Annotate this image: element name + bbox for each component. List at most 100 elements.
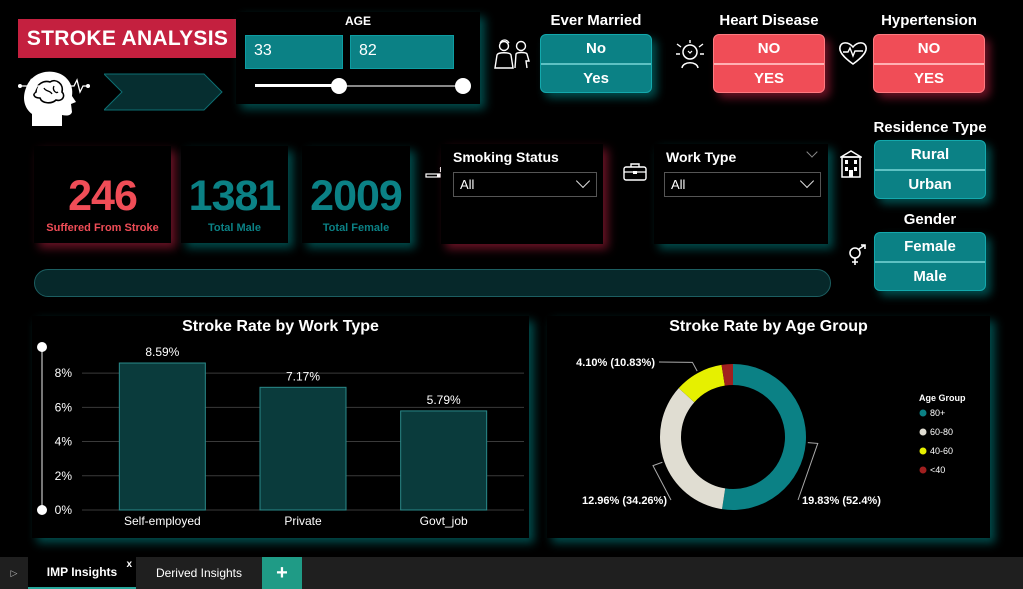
donut-slice[interactable] bbox=[660, 388, 726, 510]
ever-married-title: Ever Married bbox=[550, 12, 642, 29]
legend-marker bbox=[919, 447, 927, 455]
legend-title: Age Group bbox=[919, 393, 966, 403]
legend-marker bbox=[919, 466, 927, 474]
leader-line bbox=[658, 361, 698, 372]
kpi-label: Total Male bbox=[208, 222, 261, 234]
chart-zoom-handle[interactable] bbox=[37, 342, 47, 352]
tab-label: IMP Insights bbox=[46, 565, 118, 579]
hypertension-heart-icon bbox=[839, 42, 867, 65]
slice-data-label: 19.83% (52.4%) bbox=[802, 495, 881, 507]
slice-data-label: 12.96% (34.26%) bbox=[582, 495, 667, 507]
ever-married-option-yes[interactable]: Yes bbox=[541, 65, 651, 93]
bar-data-label: 5.79% bbox=[427, 393, 461, 407]
residence-option-rural[interactable]: Rural bbox=[875, 141, 985, 169]
y-tick-label: 6% bbox=[55, 400, 73, 414]
ever-married-option-no[interactable]: No bbox=[541, 35, 651, 63]
chevron-down-icon[interactable] bbox=[575, 173, 591, 189]
bar-data-label: 8.59% bbox=[145, 345, 179, 359]
x-tick-label: Govt_job bbox=[420, 514, 468, 528]
age-slicer-label: AGE bbox=[344, 14, 371, 28]
y-tick-label: 8% bbox=[55, 366, 73, 380]
age-max-input[interactable]: 82 bbox=[350, 35, 454, 69]
legend-marker bbox=[919, 409, 927, 417]
age-slider-min-handle[interactable] bbox=[330, 78, 347, 94]
brain-head-icon bbox=[18, 71, 90, 126]
bar[interactable] bbox=[400, 410, 488, 511]
kpi-label: Suffered From Stroke bbox=[46, 222, 159, 234]
legend-item[interactable]: 40-60 bbox=[930, 446, 953, 456]
smoking-status-value: All bbox=[460, 177, 475, 192]
bar-data-label: 7.17% bbox=[286, 369, 320, 383]
residence-type-title: Residence Type bbox=[873, 119, 987, 136]
tab-nav-arrow-icon[interactable]: ▷ bbox=[0, 557, 28, 589]
slice-data-label: 4.10% (10.83%) bbox=[576, 357, 655, 369]
age-group-donut-chart: 19.83% (52.4%) 12.96% (34.26%) 4.10% (10.8… bbox=[576, 357, 966, 510]
smoking-status-title: Smoking Status bbox=[453, 149, 559, 165]
y-tick-label: 0% bbox=[55, 503, 73, 517]
age-slicer: AGE 33 82 bbox=[236, 12, 480, 104]
y-tick-label: 2% bbox=[55, 469, 73, 483]
heart-disease-option-yes[interactable]: YES bbox=[714, 65, 824, 93]
x-tick-label: Self-employed bbox=[124, 514, 201, 528]
bar[interactable] bbox=[118, 362, 206, 511]
residence-type-slicer: Rural Urban bbox=[874, 140, 986, 199]
couple-icon bbox=[494, 39, 530, 69]
gender-option-male[interactable]: Male bbox=[875, 263, 985, 291]
page-title: STROKE ANALYSIS bbox=[18, 19, 237, 58]
kpi-value: 1381 bbox=[188, 172, 282, 220]
bar[interactable] bbox=[259, 386, 347, 511]
legend-marker bbox=[919, 428, 927, 436]
legend-item[interactable]: <40 bbox=[930, 465, 945, 475]
residence-option-urban[interactable]: Urban bbox=[875, 171, 985, 199]
tab-label: Derived Insights bbox=[155, 566, 243, 580]
heart-disease-icon bbox=[676, 40, 704, 69]
legend-item[interactable]: 60-80 bbox=[930, 427, 953, 437]
smoking-status-dropdown[interactable]: All bbox=[453, 172, 597, 197]
kpi-value: 246 bbox=[68, 172, 138, 220]
hypertension-title: Hypertension bbox=[881, 12, 977, 29]
close-icon[interactable]: x bbox=[126, 559, 132, 570]
heart-disease-option-no[interactable]: NO bbox=[714, 35, 824, 63]
work-type-value: All bbox=[671, 177, 686, 192]
kpi-label: Total Female bbox=[322, 222, 390, 234]
collapse-chevron-icon[interactable] bbox=[806, 146, 818, 158]
gender-option-female[interactable]: Female bbox=[875, 233, 985, 261]
gender-icon bbox=[849, 244, 866, 265]
hypertension-slicer: NO YES bbox=[873, 34, 985, 93]
empty-rounded-bar bbox=[34, 269, 831, 297]
chevron-down-icon[interactable] bbox=[799, 173, 815, 189]
y-tick-label: 4% bbox=[55, 435, 73, 449]
gender-slicer: Female Male bbox=[874, 232, 986, 291]
heart-disease-slicer: NO YES bbox=[713, 34, 825, 93]
kpi-card-female: 2009 Total Female bbox=[302, 146, 410, 243]
tab-derived-insights[interactable]: Derived Insights bbox=[140, 557, 258, 589]
age-group-chart-card: Stroke Rate by Age Group 19.83% (52.4%) 1… bbox=[547, 316, 990, 538]
work-type-chart-card: Stroke Rate by Work Type 0% 2% 4% 6% 8% 8.59%… bbox=[32, 316, 529, 538]
hypertension-option-no[interactable]: NO bbox=[874, 35, 984, 63]
kpi-card-male: 1381 Total Male bbox=[181, 146, 288, 243]
age-min-input[interactable]: 33 bbox=[245, 35, 343, 69]
donut-slice[interactable] bbox=[722, 364, 807, 510]
x-tick-label: Private bbox=[284, 514, 322, 528]
chart-zoom-handle[interactable] bbox=[37, 505, 47, 515]
hypertension-option-yes[interactable]: YES bbox=[874, 65, 984, 93]
kpi-value: 2009 bbox=[310, 172, 403, 220]
gender-title: Gender bbox=[903, 211, 957, 228]
ever-married-slicer: No Yes bbox=[540, 34, 652, 93]
work-type-title: Work Type bbox=[666, 149, 737, 165]
work-type-slicer: Work Type All bbox=[654, 144, 828, 244]
briefcase-icon bbox=[623, 163, 647, 181]
work-type-dropdown[interactable]: All bbox=[664, 172, 821, 197]
add-page-button[interactable]: + bbox=[262, 557, 302, 589]
heart-disease-title: Heart Disease bbox=[719, 12, 819, 29]
arrow-chevron-shape bbox=[104, 73, 223, 111]
smoking-status-slicer: Smoking Status All bbox=[441, 144, 603, 244]
age-slider-max-handle[interactable] bbox=[455, 78, 471, 94]
building-icon bbox=[840, 150, 862, 178]
kpi-card-stroke: 246 Suffered From Stroke bbox=[34, 146, 171, 243]
tab-imp-insights[interactable]: IMP Insights x bbox=[28, 557, 136, 589]
page-tab-bar: ▷ IMP Insights x Derived Insights + bbox=[0, 557, 1023, 589]
work-type-bar-chart: 0% 2% 4% 6% 8% 8.59% Self-employed 7.17% Private… bbox=[37, 342, 524, 528]
age-slider-fill bbox=[255, 84, 339, 87]
legend-item[interactable]: 80+ bbox=[930, 408, 945, 418]
